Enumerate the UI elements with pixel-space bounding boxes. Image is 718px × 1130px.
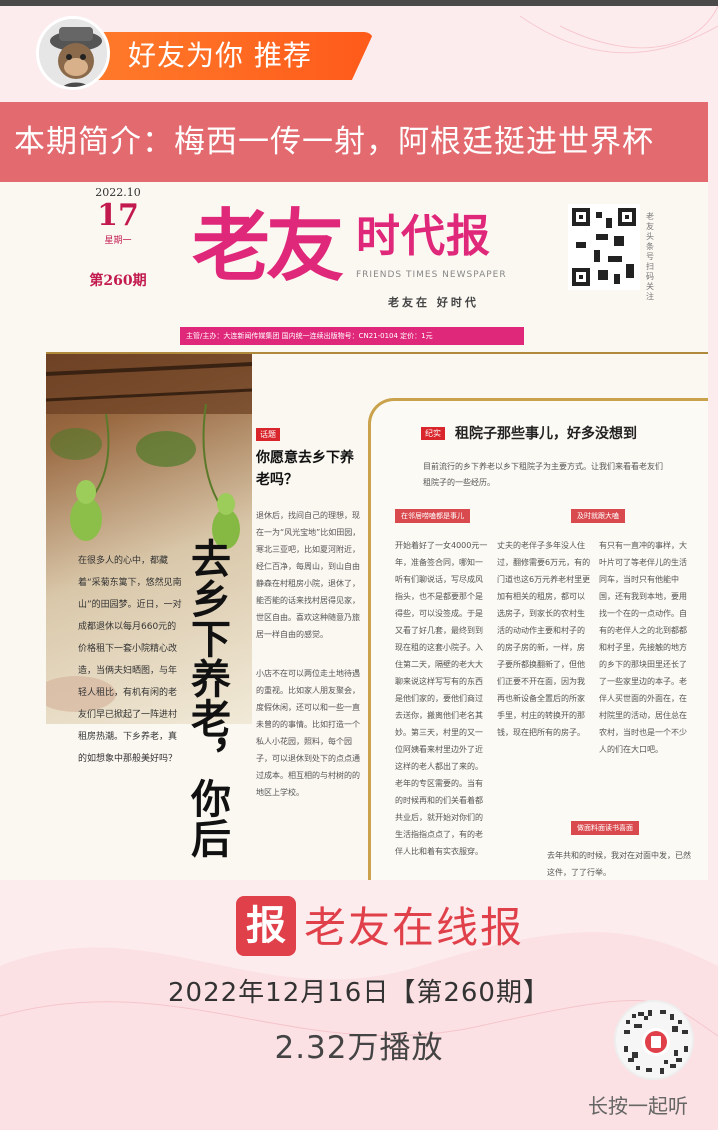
long-press-caption: 长按一起听: [588, 1094, 688, 1118]
lead-headline: 去乡下养老，你后: [184, 538, 231, 858]
topic-body: 退休后，找间自己的理想，现在一为“风光宝地”比如田园，寒北三亚吧，比如夏河附近，…: [256, 511, 361, 639]
newspaper-title: 老友: [192, 202, 344, 292]
feature-tag: 纪实: [421, 426, 445, 440]
masthead-date-box: 2022.10 17 星期一 第260期: [78, 182, 158, 332]
issue-summary-banner: 本期简介：梅西一传一射，阿根廷挺进世界杯: [0, 102, 708, 182]
page-count: [78, 296, 158, 305]
play-count: 2.32万播放: [274, 1030, 444, 1066]
issue-date-line: 2022年12月16日【第260期】: [168, 978, 550, 1008]
topic-title: 你愿意去乡下养老吗？: [256, 450, 354, 488]
section-tag-3: 做面料面读书喜面: [571, 821, 639, 835]
feature-column-2: 丈夫的老伴子多年没人住过，翻修需要6万元，有的门道也这6万元养老村里更加有相关的…: [497, 541, 591, 737]
topic-column: 话题 你愿意去乡下养老吗？ 退休后，找间自己的理想，现在一为“风光宝地”比如田园…: [256, 422, 364, 801]
lead-story-text: 在很多人的心中，都藏着“采菊东篱下，悠然见南山”的田园梦。近日，一对成都退休以每…: [78, 556, 182, 764]
listen-qr-code[interactable]: [614, 1000, 694, 1080]
feature-subtitle: 目前流行的乡下养老以乡下租院子为主要方式。让我们来看看老友们租院子的一些经历。: [423, 462, 663, 487]
feature-column-3: 有只有一直冲的事样，大叶片可了等老伴儿的生活同车，当时只有他能中国，还有我到本地…: [599, 541, 687, 754]
recommend-badge: 好友为你 推荐: [98, 32, 374, 80]
issue-number: 第260期: [89, 273, 147, 289]
qr-caption: 老友头条号扫码关注: [646, 212, 654, 301]
publication-name: 老友在线报: [304, 903, 525, 952]
lunar-date: [78, 256, 158, 264]
newspaper-slogan: 老友在 好时代: [388, 296, 479, 309]
feature-panel: 纪实 租院子那些事儿，好多没想到 目前流行的乡下养老以乡下租院子为主要方式。让我…: [368, 398, 708, 880]
weekday: 星期一: [104, 236, 132, 246]
feature-column-4: 去年共和的时候，我对在对面中发，已然这件，了了行举。: [547, 851, 691, 877]
newspaper-logo-icon: 报: [236, 896, 296, 956]
masthead-qr-code-icon: [568, 204, 640, 290]
newspaper-cover[interactable]: 2022.10 17 星期一 第260期 老友 时代报 FRIENDS TIME…: [0, 182, 708, 880]
feature-header: 纪实 租院子那些事儿，好多没想到: [421, 423, 637, 443]
newspaper-subtitle: 时代报: [356, 211, 491, 262]
topic-tag: 话题: [256, 428, 280, 441]
user-avatar[interactable]: [36, 16, 110, 90]
section-tag-2: 及时就跟大嗑: [571, 509, 625, 523]
topic-body-2: 小店不在可以两位走土地待遇的重视。比如家人朋友聚会，度假休闲，还可以和一些一直未…: [256, 669, 360, 797]
date-day: 17: [97, 198, 139, 233]
feature-column-1: 开始着好了一女4000元一年，准备签合同，哪知一听有们聊说话，写尽成风指头，也不…: [395, 541, 488, 856]
feature-title: 租院子那些事儿，好多没想到: [455, 426, 637, 442]
section-tag-1: 在邻居唠嗑都是事儿: [395, 509, 470, 523]
publication-info-strip: 主管/主办：大连新闻传媒集团 国内统一连续出版物号：CN21-0104 定价：1…: [180, 327, 524, 345]
newspaper-english-name: FRIENDS TIMES NEWSPAPER: [356, 270, 507, 280]
